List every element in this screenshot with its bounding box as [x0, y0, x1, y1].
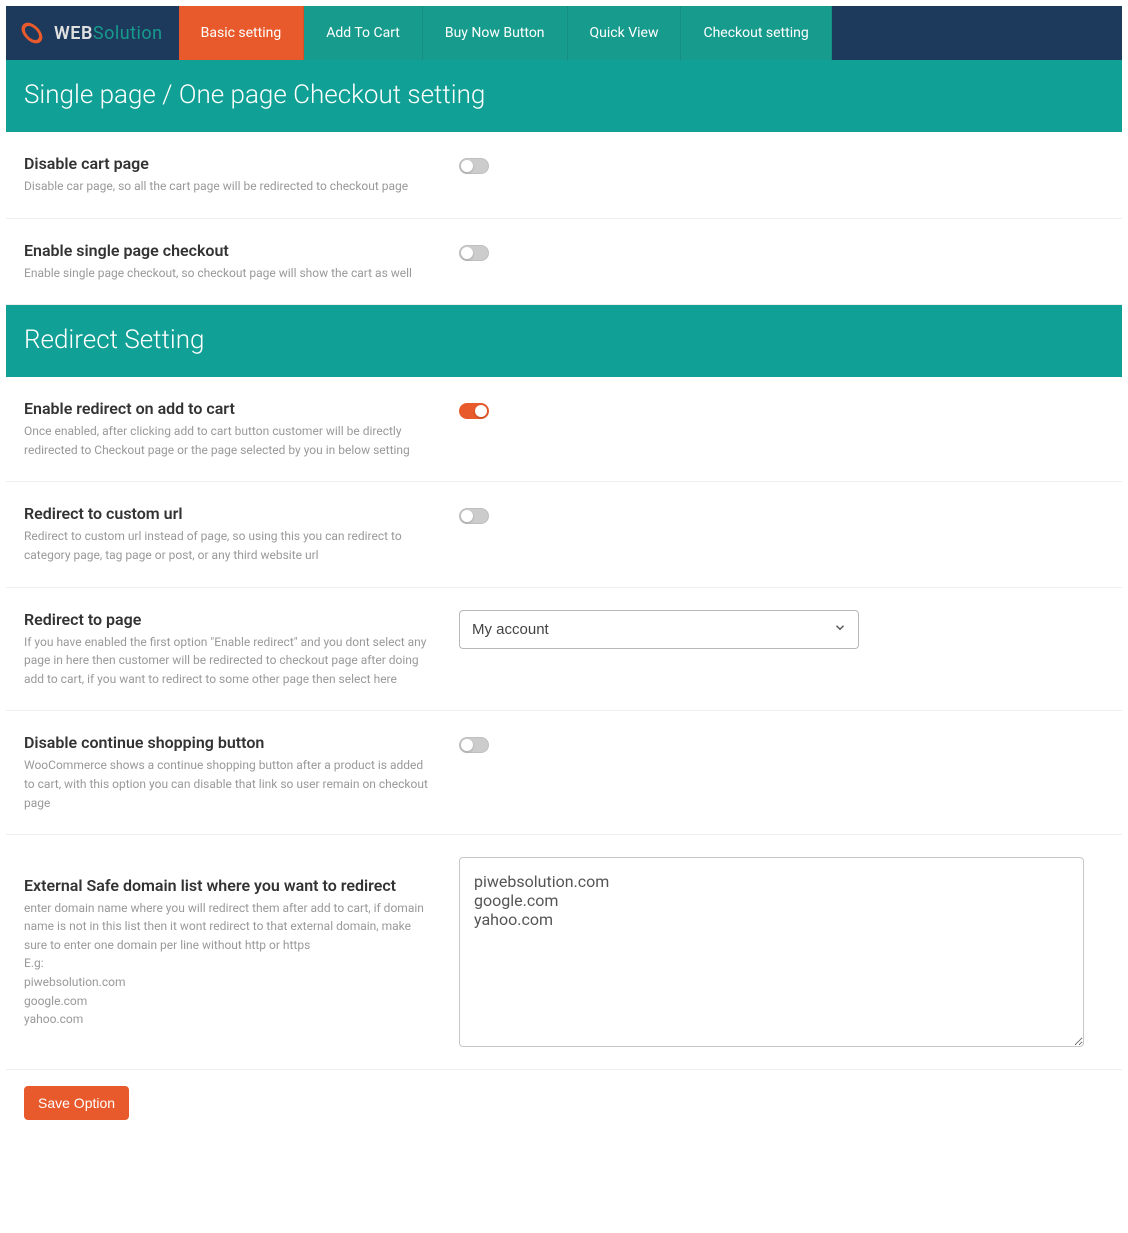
setting-label-area: Enable redirect on add to cart Once enab… [24, 399, 459, 459]
setting-label-area: Redirect to custom url Redirect to custo… [24, 504, 459, 564]
toggle-disable-continue-shopping[interactable] [459, 737, 489, 753]
toggle-knob [461, 739, 473, 751]
toggle-disable-cart-page[interactable] [459, 158, 489, 174]
tab-label: Add To Cart [326, 25, 400, 41]
setting-desc: Once enabled, after clicking add to cart… [24, 422, 429, 459]
setting-enable-single-page-checkout: Enable single page checkout Enable singl… [6, 219, 1122, 306]
section-header-redirect: Redirect Setting [6, 305, 1122, 377]
save-row: Save Option [6, 1070, 1122, 1136]
setting-disable-cart-page: Disable cart page Disable car page, so a… [6, 132, 1122, 219]
setting-title: External Safe domain list where you want… [24, 876, 429, 895]
setting-redirect-custom-url: Redirect to custom url Redirect to custo… [6, 482, 1122, 587]
setting-label-area: Disable cart page Disable car page, so a… [24, 154, 459, 196]
setting-redirect-to-page: Redirect to page If you have enabled the… [6, 588, 1122, 712]
tab-basic-setting[interactable]: Basic setting [179, 6, 305, 60]
tab-bar: Basic setting Add To Cart Buy Now Button… [179, 6, 832, 60]
setting-title: Redirect to custom url [24, 504, 429, 523]
textarea-safe-domains[interactable] [459, 857, 1084, 1047]
setting-desc: enter domain name where you will redirec… [24, 899, 429, 1029]
save-button[interactable]: Save Option [24, 1086, 129, 1120]
setting-title: Disable cart page [24, 154, 429, 173]
select-redirect-page-wrap: My account [459, 610, 859, 649]
setting-label-area: External Safe domain list where you want… [24, 876, 459, 1029]
toggle-knob [461, 247, 473, 259]
header-bar: π WEBSolution Basic setting Add To Cart … [6, 6, 1122, 60]
setting-label-area: Enable single page checkout Enable singl… [24, 241, 459, 283]
setting-desc: Disable car page, so all the cart page w… [24, 177, 429, 196]
setting-desc: WooCommerce shows a continue shopping bu… [24, 756, 429, 812]
section-title: Redirect Setting [24, 325, 204, 355]
setting-title: Enable redirect on add to cart [24, 399, 429, 418]
logo: π WEBSolution [6, 6, 179, 60]
setting-desc: If you have enabled the first option "En… [24, 633, 429, 689]
tab-add-to-cart[interactable]: Add To Cart [304, 6, 423, 60]
setting-desc: Redirect to custom url instead of page, … [24, 527, 429, 564]
setting-title: Disable continue shopping button [24, 733, 429, 752]
setting-desc: Enable single page checkout, so checkout… [24, 264, 429, 283]
setting-label-area: Disable continue shopping button WooComm… [24, 733, 459, 812]
setting-enable-redirect: Enable redirect on add to cart Once enab… [6, 377, 1122, 482]
toggle-enable-redirect[interactable] [459, 403, 489, 419]
tab-quick-view[interactable]: Quick View [568, 6, 682, 60]
svg-text:π: π [28, 26, 36, 41]
setting-title: Enable single page checkout [24, 241, 429, 260]
section-title: Single page / One page Checkout setting [24, 80, 485, 110]
select-redirect-page[interactable]: My account [459, 610, 859, 649]
logo-text-web: WEB [54, 23, 93, 44]
tab-checkout-setting[interactable]: Checkout setting [681, 6, 831, 60]
toggle-enable-single-page-checkout[interactable] [459, 245, 489, 261]
section-header-single-page: Single page / One page Checkout setting [6, 60, 1122, 132]
setting-external-safe-domains: External Safe domain list where you want… [6, 835, 1122, 1070]
toggle-redirect-custom-url[interactable] [459, 508, 489, 524]
toggle-knob [475, 405, 487, 417]
toggle-knob [461, 160, 473, 172]
logo-text: WEBSolution [54, 23, 163, 44]
tab-label: Quick View [590, 25, 659, 41]
setting-label-area: Redirect to page If you have enabled the… [24, 610, 459, 689]
logo-icon: π [16, 17, 48, 49]
setting-title: Redirect to page [24, 610, 429, 629]
logo-text-solution: Solution [93, 23, 163, 44]
setting-disable-continue-shopping: Disable continue shopping button WooComm… [6, 711, 1122, 835]
toggle-knob [461, 510, 473, 522]
tab-buy-now-button[interactable]: Buy Now Button [423, 6, 568, 60]
tab-label: Checkout setting [703, 25, 808, 41]
tab-label: Buy Now Button [445, 25, 545, 41]
save-button-label: Save Option [38, 1095, 115, 1111]
tab-label: Basic setting [201, 25, 282, 41]
